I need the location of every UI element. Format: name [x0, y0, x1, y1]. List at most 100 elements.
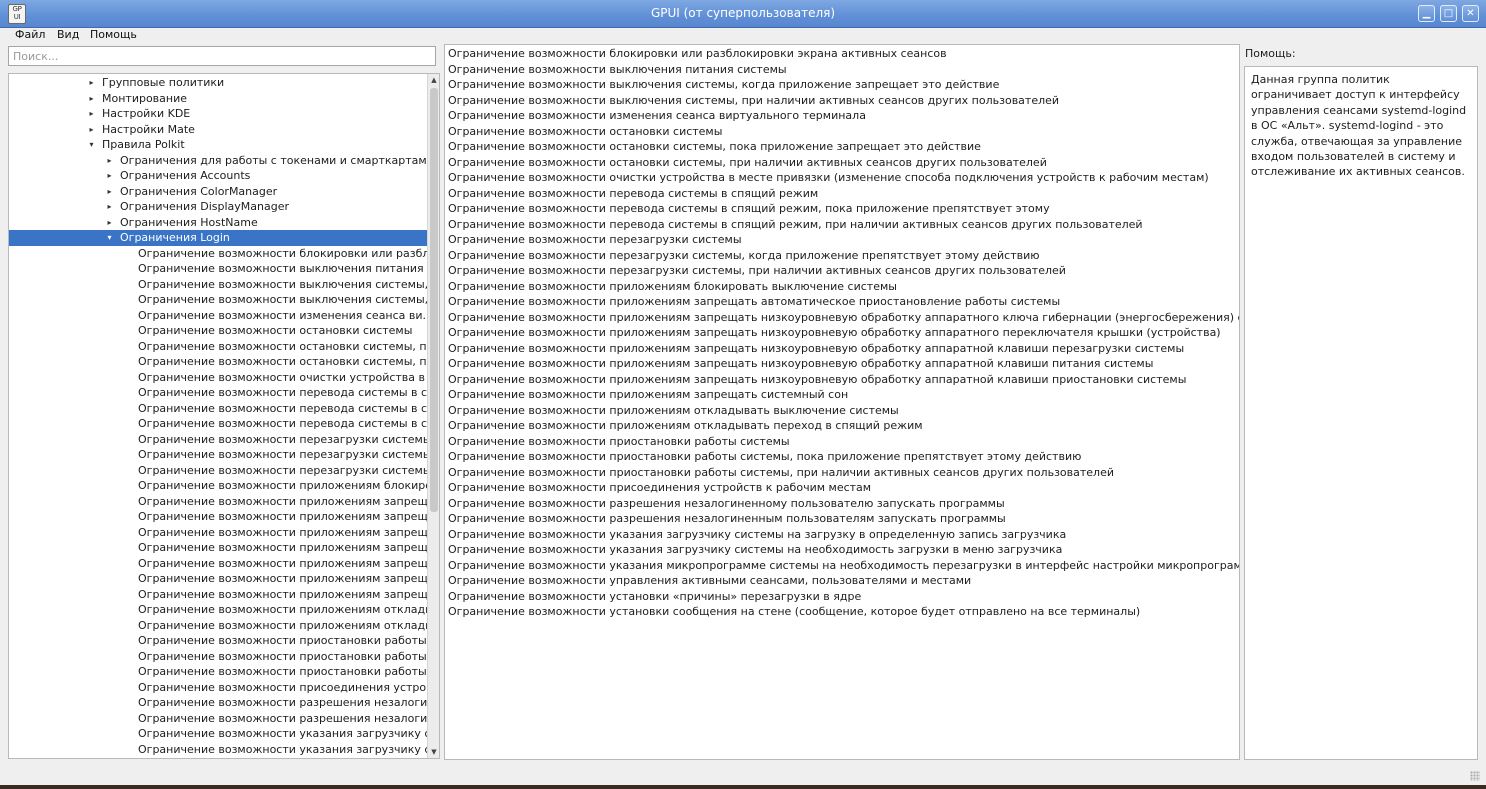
- maximize-button[interactable]: □: [1440, 5, 1457, 22]
- tree-item-policy[interactable]: Ограничение возможности приложениям запр…: [9, 556, 427, 572]
- tree-item-policy[interactable]: Ограничение возможности очистки устройст…: [9, 370, 427, 386]
- tree-item-policy[interactable]: Ограничение возможности приложениям запр…: [9, 509, 427, 525]
- expand-arrow-open-icon[interactable]: ▾: [105, 230, 114, 246]
- scroll-down-icon[interactable]: ▼: [428, 746, 439, 758]
- tree-item-policy[interactable]: Ограничение возможности приложениям запр…: [9, 571, 427, 587]
- tree-item-policy[interactable]: Ограничение возможности выключения систе…: [9, 277, 427, 293]
- scroll-thumb[interactable]: [430, 88, 438, 512]
- tree-item-policy[interactable]: Ограничение возможности перезагрузки сис…: [9, 463, 427, 479]
- expand-arrow-closed-icon[interactable]: ▸: [87, 91, 96, 107]
- expand-arrow-open-icon[interactable]: ▾: [87, 137, 96, 153]
- policy-list-item[interactable]: Ограничение возможности указания загрузч…: [448, 542, 1062, 558]
- policy-list-item[interactable]: Ограничение возможности изменения сеанса…: [448, 108, 866, 124]
- tree-item-policy[interactable]: Ограничение возможности выключения питан…: [9, 261, 427, 277]
- tree-item-policy[interactable]: Ограничение возможности перевода системы…: [9, 385, 427, 401]
- policy-list-item[interactable]: Ограничение возможности остановки систем…: [448, 124, 722, 140]
- tree-item-policy[interactable]: Ограничение возможности присоединения ус…: [9, 680, 427, 696]
- tree-item-policy[interactable]: Ограничение возможности изменения сеанса…: [9, 308, 427, 324]
- scroll-up-icon[interactable]: ▲: [428, 74, 439, 86]
- policy-list-item[interactable]: Ограничение возможности приложениям запр…: [448, 294, 1060, 310]
- tree-item-policy[interactable]: Ограничение возможности перевода системы…: [9, 416, 427, 432]
- tree-item-policy[interactable]: Ограничение возможности приостановки раб…: [9, 633, 427, 649]
- minimize-button[interactable]: ▁: [1418, 5, 1435, 22]
- tree-item-policy[interactable]: Ограничение возможности приостановки раб…: [9, 649, 427, 665]
- expand-arrow-closed-icon[interactable]: ▸: [105, 168, 114, 184]
- tree-item-group[interactable]: ▸ Настройки KDE: [9, 106, 427, 122]
- tree-item-group[interactable]: ▸ Настройки Mate: [9, 122, 427, 138]
- expand-arrow-closed-icon[interactable]: ▸: [87, 75, 96, 91]
- tree-item-policy[interactable]: Ограничение возможности остановки систем…: [9, 323, 427, 339]
- policy-list-item[interactable]: Ограничение возможности указания микропр…: [448, 558, 1239, 574]
- tree-item-group[interactable]: ▸ Ограничения Accounts: [9, 168, 427, 184]
- title-bar[interactable]: GP UI GPUI (от суперпользователя) ▁ □ ✕: [0, 0, 1486, 28]
- policy-list-item[interactable]: Ограничение возможности разрешения незал…: [448, 511, 1006, 527]
- tree-item-group[interactable]: ▾ Ограничения Login: [9, 230, 427, 246]
- policy-list-item[interactable]: Ограничение возможности приложениям запр…: [448, 387, 848, 403]
- policy-list-item[interactable]: Ограничение возможности перевода системы…: [448, 186, 818, 202]
- tree-item-group[interactable]: ▾ Правила Polkit: [9, 137, 427, 153]
- policy-list-item[interactable]: Ограничение возможности указания загрузч…: [448, 527, 1066, 543]
- policy-list-item[interactable]: Ограничение возможности присоединения ус…: [448, 480, 871, 496]
- policy-list-item[interactable]: Ограничение возможности приложениям запр…: [448, 310, 1239, 326]
- tree-item-group[interactable]: ▸ Ограничения ColorManager: [9, 184, 427, 200]
- tree-item-policy[interactable]: Ограничение возможности выключения систе…: [9, 292, 427, 308]
- policy-list-item[interactable]: Ограничение возможности установки «причи…: [448, 589, 861, 605]
- policy-list-item[interactable]: Ограничение возможности приложениям запр…: [448, 325, 1221, 341]
- tree-item-policy[interactable]: Ограничение возможности приложениям откл…: [9, 602, 427, 618]
- policy-list-item[interactable]: Ограничение возможности выключения систе…: [448, 93, 1059, 109]
- policy-list-item[interactable]: Ограничение возможности перезагрузки сис…: [448, 248, 1040, 264]
- policy-list-item[interactable]: Ограничение возможности приложениям запр…: [448, 372, 1186, 388]
- policy-list-item[interactable]: Ограничение возможности приостановки раб…: [448, 434, 790, 450]
- menu-help[interactable]: Помощь: [90, 28, 137, 41]
- tree-item-policy[interactable]: Ограничение возможности перевода системы…: [9, 401, 427, 417]
- policy-tree[interactable]: ▸ Групповые политики ▸ Монтирование ▸ Настрой…: [8, 73, 440, 759]
- resize-grip-icon[interactable]: [1470, 771, 1480, 781]
- tree-item-policy[interactable]: Ограничение возможности остановки систем…: [9, 354, 427, 370]
- policy-list-item[interactable]: Ограничение возможности блокировки или р…: [448, 46, 947, 62]
- tree-item-group[interactable]: ▸ Монтирование: [9, 91, 427, 107]
- policy-list-item[interactable]: Ограничение возможности перезагрузки сис…: [448, 232, 742, 248]
- policy-list[interactable]: Ограничение возможности блокировки или р…: [444, 44, 1240, 760]
- policy-list-item[interactable]: Ограничение возможности перезагрузки сис…: [448, 263, 1066, 279]
- policy-list-item[interactable]: Ограничение возможности остановки систем…: [448, 139, 981, 155]
- tree-item-policy[interactable]: Ограничение возможности разрешения незал…: [9, 711, 427, 727]
- policy-list-item[interactable]: Ограничение возможности приложениям блок…: [448, 279, 897, 295]
- tree-scrollbar[interactable]: ▲ ▼: [427, 74, 439, 758]
- close-button[interactable]: ✕: [1462, 5, 1479, 22]
- policy-list-item[interactable]: Ограничение возможности перевода системы…: [448, 201, 1050, 217]
- expand-arrow-closed-icon[interactable]: ▸: [105, 199, 114, 215]
- expand-arrow-closed-icon[interactable]: ▸: [105, 184, 114, 200]
- expand-arrow-closed-icon[interactable]: ▸: [87, 122, 96, 138]
- policy-list-item[interactable]: Ограничение возможности очистки устройст…: [448, 170, 1209, 186]
- tree-item-policy[interactable]: Ограничение возможности остановки систем…: [9, 339, 427, 355]
- policy-list-item[interactable]: Ограничение возможности приложениям запр…: [448, 356, 1153, 372]
- policy-list-item[interactable]: Ограничение возможности приложениям откл…: [448, 403, 899, 419]
- policy-list-item[interactable]: Ограничение возможности разрешения незал…: [448, 496, 1005, 512]
- policy-list-item[interactable]: Ограничение возможности управления актив…: [448, 573, 971, 589]
- tree-item-group[interactable]: ▸ Групповые политики: [9, 75, 427, 91]
- policy-list-item[interactable]: Ограничение возможности приостановки раб…: [448, 465, 1114, 481]
- tree-item-policy[interactable]: Ограничение возможности приложениям блок…: [9, 478, 427, 494]
- tree-item-policy[interactable]: Ограничение возможности приложениям запр…: [9, 587, 427, 603]
- expand-arrow-closed-icon[interactable]: ▸: [105, 215, 114, 231]
- tree-item-policy[interactable]: Ограничение возможности перезагрузки сис…: [9, 432, 427, 448]
- tree-item-policy[interactable]: Ограничение возможности приложениям откл…: [9, 618, 427, 634]
- expand-arrow-closed-icon[interactable]: ▸: [87, 106, 96, 122]
- policy-list-item[interactable]: Ограничение возможности остановки систем…: [448, 155, 1047, 171]
- tree-item-policy[interactable]: Ограничение возможности указания загрузч…: [9, 742, 427, 758]
- expand-arrow-closed-icon[interactable]: ▸: [105, 153, 114, 169]
- policy-list-item[interactable]: Ограничение возможности установки сообще…: [448, 604, 1140, 620]
- search-input[interactable]: [8, 46, 436, 66]
- menu-file[interactable]: Файл: [15, 28, 45, 41]
- policy-list-item[interactable]: Ограничение возможности приложениям запр…: [448, 341, 1184, 357]
- tree-item-policy[interactable]: Ограничение возможности приложениям запр…: [9, 540, 427, 556]
- tree-item-policy[interactable]: Ограничение возможности разрешения незал…: [9, 695, 427, 711]
- tree-item-policy[interactable]: Ограничение возможности блокировки или р…: [9, 246, 427, 262]
- tree-item-group[interactable]: ▸ Ограничения HostName: [9, 215, 427, 231]
- tree-item-policy[interactable]: Ограничение возможности приложениям запр…: [9, 525, 427, 541]
- tree-item-policy[interactable]: Ограничение возможности перезагрузки сис…: [9, 447, 427, 463]
- policy-list-item[interactable]: Ограничение возможности перевода системы…: [448, 217, 1143, 233]
- tree-item-policy[interactable]: Ограничение возможности приложениям запр…: [9, 494, 427, 510]
- policy-list-item[interactable]: Ограничение возможности выключения систе…: [448, 77, 999, 93]
- tree-item-policy[interactable]: Ограничение возможности приостановки раб…: [9, 664, 427, 680]
